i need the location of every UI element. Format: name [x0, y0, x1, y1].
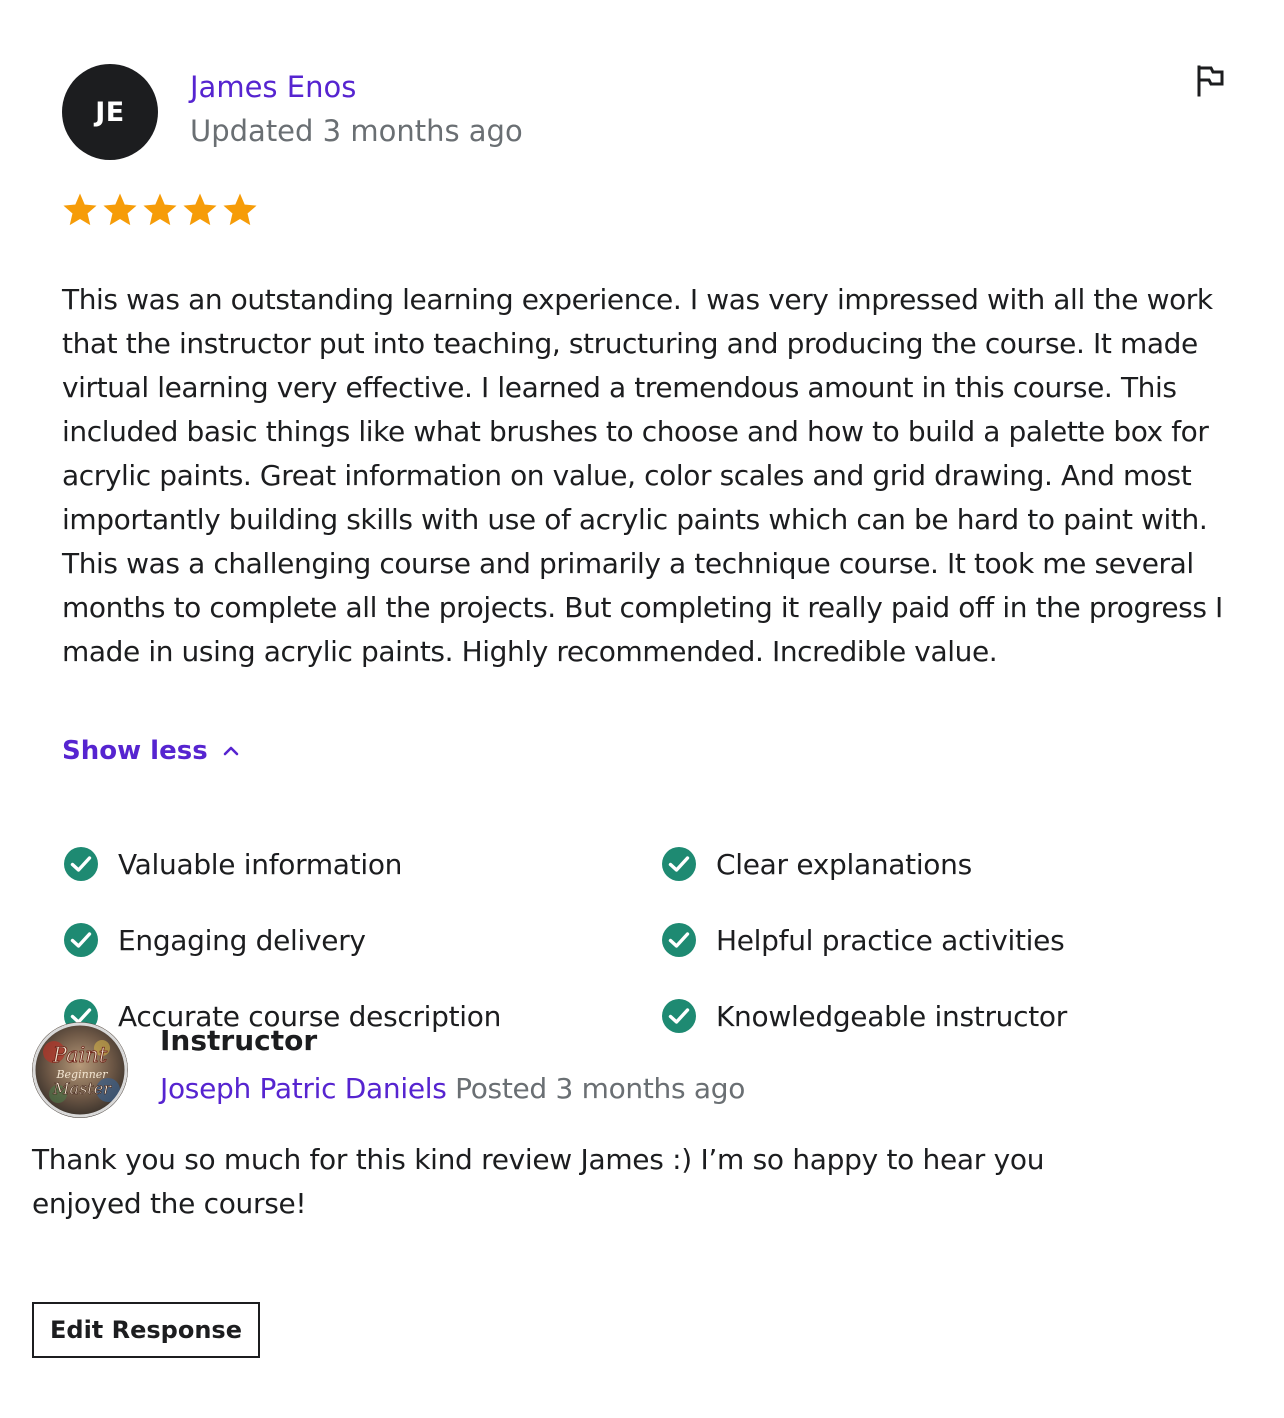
tag-item: Accurate course description	[62, 998, 660, 1034]
check-circle-icon	[64, 923, 98, 957]
tag-label: Clear explanations	[716, 847, 972, 881]
review-updated-date: Updated 3 months ago	[190, 114, 523, 148]
tag-label: Knowledgeable instructor	[716, 999, 1067, 1033]
flag-icon[interactable]	[1194, 64, 1226, 98]
response-role: Instructor	[160, 1024, 318, 1057]
review-header: JE James Enos Updated 3 months ago	[62, 64, 1224, 160]
show-less-button[interactable]: Show less	[62, 736, 242, 766]
tag-item: Helpful practice activities	[660, 922, 1224, 958]
avatar-initials: JE	[95, 96, 125, 128]
review-tags: Valuable information Clear explanations …	[62, 846, 1224, 1034]
tag-label: Valuable information	[118, 847, 403, 881]
check-circle-icon	[64, 847, 98, 881]
check-circle-icon	[662, 999, 696, 1033]
star-icon	[143, 193, 177, 226]
tag-item: Valuable information	[62, 846, 660, 882]
response-meta: Joseph Patric Daniels Posted 3 months ag…	[160, 1072, 745, 1105]
reviewer-name-link[interactable]: James Enos	[190, 70, 356, 104]
tag-item: Clear explanations	[660, 846, 1224, 882]
tag-label: Helpful practice activities	[716, 923, 1065, 957]
review-card: JE James Enos Updated 3 months ago This …	[62, 64, 1224, 1033]
star-icon	[103, 193, 137, 226]
instructor-avatar: Paint Beginner Master	[32, 1022, 128, 1118]
star-icon	[223, 193, 257, 226]
tag-item: Knowledgeable instructor	[660, 998, 1224, 1034]
star-rating	[62, 192, 258, 228]
edit-response-button[interactable]: Edit Response	[32, 1302, 260, 1358]
check-circle-icon	[662, 923, 696, 957]
star-icon	[183, 193, 217, 226]
chevron-up-icon	[220, 740, 242, 762]
avatar-logo-line: Master	[52, 1079, 112, 1098]
instructor-name-link[interactable]: Joseph Patric Daniels	[160, 1072, 447, 1105]
check-circle-icon	[662, 847, 696, 881]
response-posted-date: Posted 3 months ago	[455, 1072, 746, 1105]
tag-label: Engaging delivery	[118, 923, 366, 957]
tag-item: Engaging delivery	[62, 922, 660, 958]
star-icon	[63, 193, 97, 226]
avatar-logo-line: Paint	[52, 1043, 108, 1067]
review-body: This was an outstanding learning experie…	[62, 283, 1223, 668]
show-less-label: Show less	[62, 736, 208, 766]
response-body: Thank you so much for this kind review J…	[32, 1143, 1045, 1220]
avatar: JE	[62, 64, 158, 160]
